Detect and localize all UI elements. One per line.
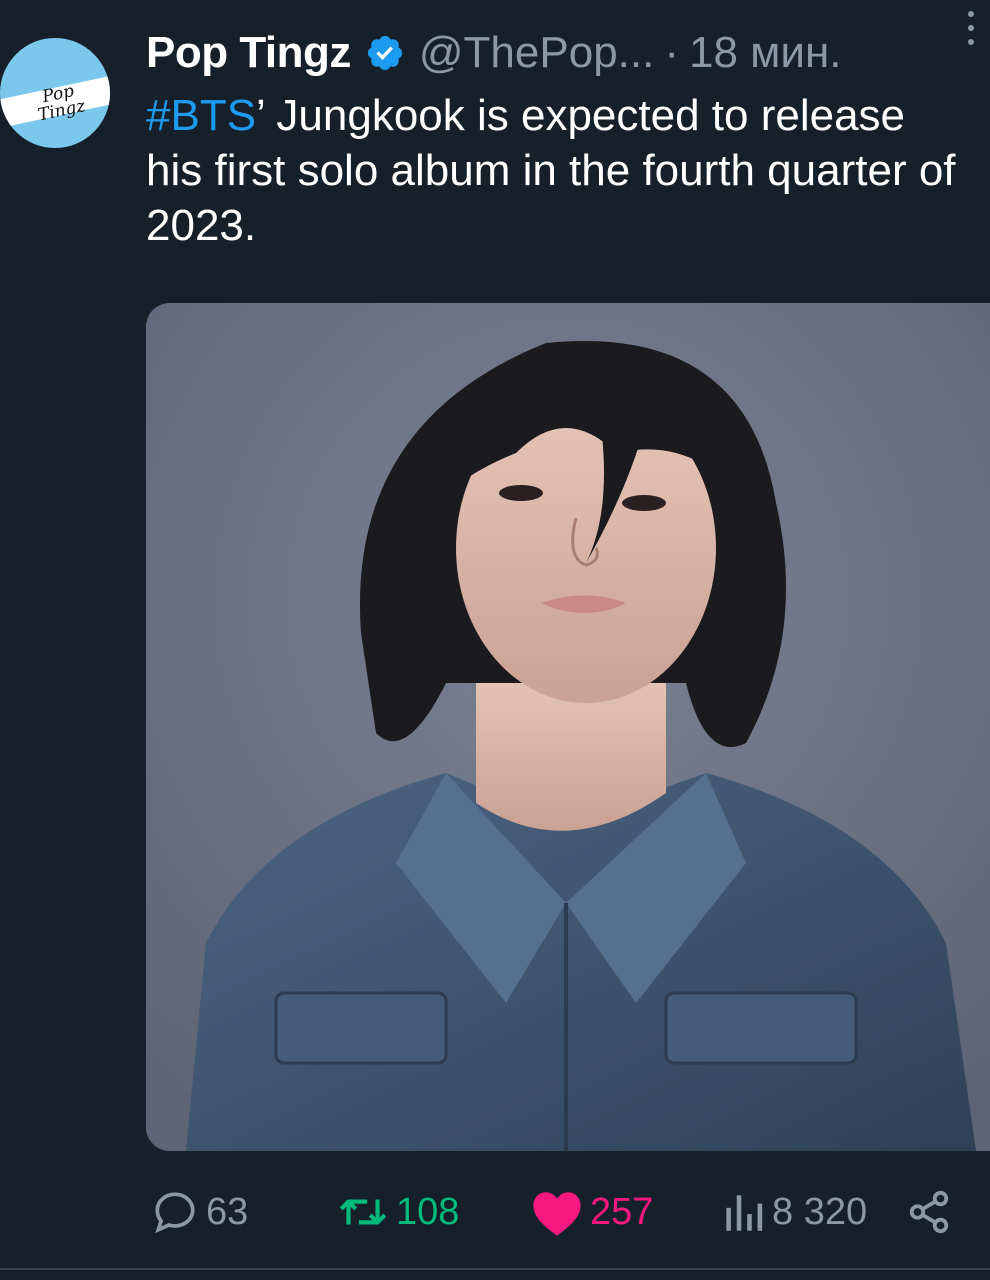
views-count: 8 320 xyxy=(772,1190,868,1233)
reply-count: 63 xyxy=(206,1190,249,1233)
share-button[interactable] xyxy=(906,1182,952,1242)
views-icon xyxy=(726,1195,763,1231)
separator-dot: · xyxy=(664,28,679,77)
avatar[interactable]: Pop Tingz xyxy=(0,38,110,148)
reply-icon xyxy=(155,1192,195,1234)
tweet-body: ’ Jungkook is expected to release his fi… xyxy=(146,91,956,250)
share-icon xyxy=(909,1190,949,1234)
tweet-header: Pop Tingz @ThePop... · 18 мин. xyxy=(146,26,970,80)
divider xyxy=(0,1268,990,1270)
retweet-button[interactable]: 108 xyxy=(336,1182,459,1242)
more-options-icon[interactable] xyxy=(964,8,978,48)
tweet-card[interactable]: Pop Tingz Pop Tingz @ThePop... · 18 мин.… xyxy=(0,0,990,1280)
heart-icon xyxy=(533,1192,581,1236)
verified-badge-icon xyxy=(367,35,402,71)
author-display-name[interactable]: Pop Tingz xyxy=(146,26,351,80)
like-count: 257 xyxy=(590,1190,654,1233)
like-button[interactable]: 257 xyxy=(530,1182,653,1242)
hashtag-link[interactable]: #BTS xyxy=(146,91,256,140)
tweet-photo[interactable] xyxy=(146,303,990,1151)
tweet-text: #BTS’ Jungkook is expected to release hi… xyxy=(146,88,966,253)
author-handle[interactable]: @ThePop... xyxy=(419,26,654,80)
avatar-logo-text: Pop Tingz xyxy=(36,81,88,126)
action-bar: 63 108 257 8 320 xyxy=(146,1182,966,1242)
portrait-photo xyxy=(146,303,990,1151)
views-button[interactable]: 8 320 xyxy=(720,1182,867,1242)
tweet-timestamp[interactable]: 18 мин. xyxy=(689,26,842,80)
retweet-icon xyxy=(339,1199,387,1225)
reply-button[interactable]: 63 xyxy=(150,1182,248,1242)
retweet-count: 108 xyxy=(396,1190,460,1233)
